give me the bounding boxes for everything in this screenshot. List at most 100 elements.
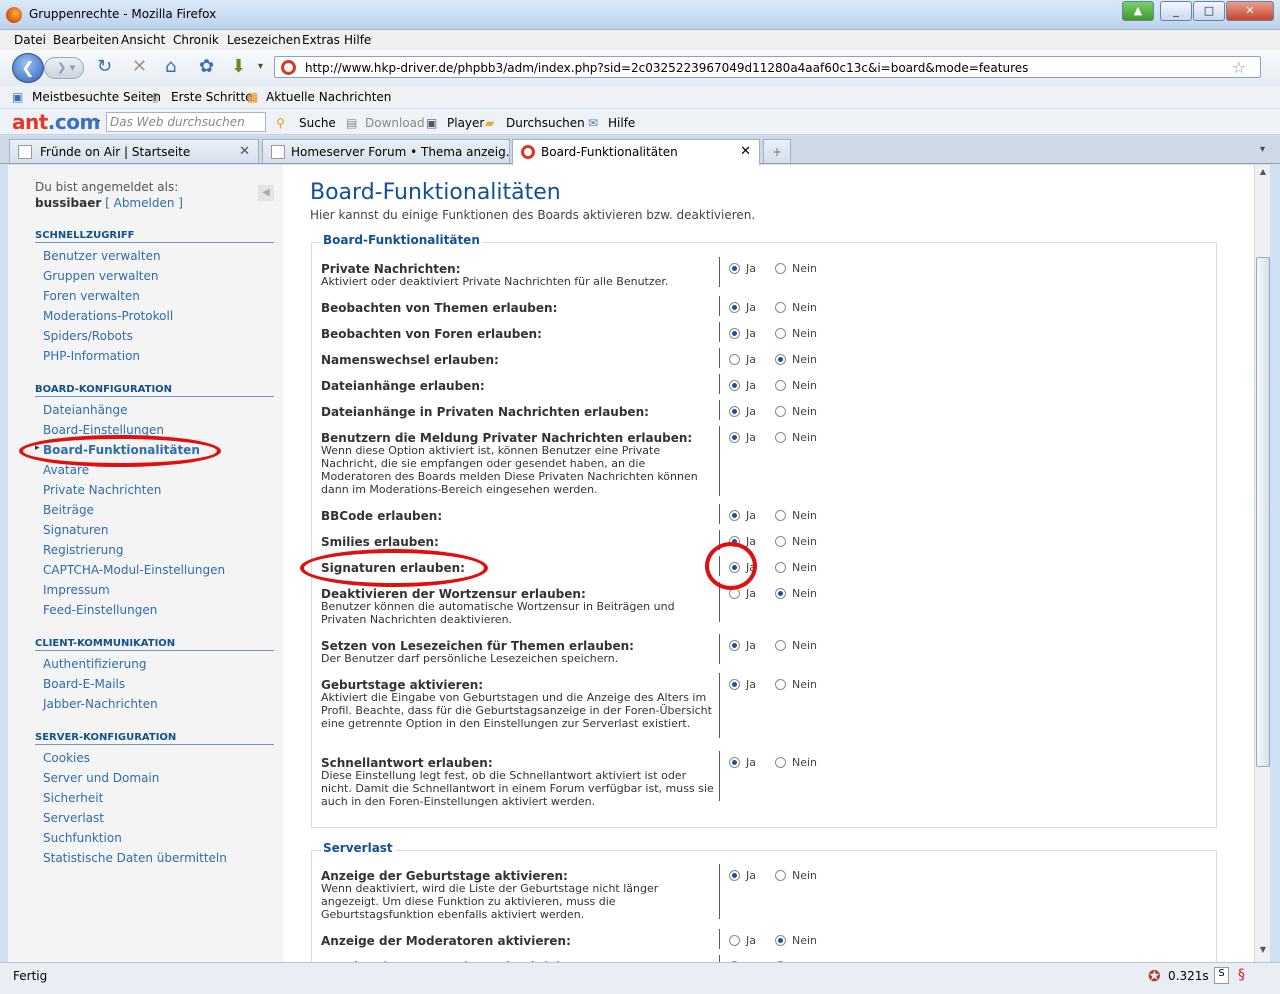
radio-yes[interactable]: Ja: [729, 353, 756, 366]
radio-yes[interactable]: Ja: [729, 869, 756, 882]
radio-button[interactable]: [729, 588, 740, 599]
sidebar-item-private-nachrichten[interactable]: Private Nachrichten: [43, 483, 161, 497]
url-bar[interactable]: http://www.hkp-driver.de/phpbb3/adm/inde…: [274, 56, 1261, 78]
ant-player-button[interactable]: Player: [447, 116, 484, 130]
sidebar-item-sicherheit[interactable]: Sicherheit: [43, 791, 103, 805]
window-extra-button[interactable]: ▲: [1122, 1, 1154, 21]
radio-button[interactable]: [729, 263, 740, 274]
radio-yes[interactable]: Ja: [729, 756, 756, 769]
radio-button[interactable]: [775, 536, 786, 547]
radio-button[interactable]: [729, 380, 740, 391]
sidebar-item-gruppen-verwalten[interactable]: Gruppen verwalten: [43, 269, 159, 283]
radio-button[interactable]: [729, 679, 740, 690]
sidebar-item-authentifizierung[interactable]: Authentifizierung: [43, 657, 147, 671]
radio-button[interactable]: [729, 510, 740, 521]
sidebar-item-signaturen[interactable]: Signaturen: [43, 523, 109, 537]
radio-yes[interactable]: Ja: [729, 379, 756, 392]
sidebar-item-suchfunktion[interactable]: Suchfunktion: [43, 831, 122, 845]
bookmark-aktuelle-nachrichten[interactable]: Aktuelle Nachrichten: [266, 90, 391, 104]
close-button[interactable]: ✕: [1226, 1, 1274, 21]
addon-status-icon[interactable]: ✪: [1148, 967, 1161, 985]
radio-yes[interactable]: Ja: [729, 934, 756, 947]
radio-yes[interactable]: Ja: [729, 678, 756, 691]
radio-button[interactable]: [775, 432, 786, 443]
radio-no[interactable]: Nein: [775, 405, 817, 418]
radio-button[interactable]: [729, 432, 740, 443]
radio-no[interactable]: Nein: [775, 379, 817, 392]
back-button[interactable]: ❮: [12, 53, 44, 83]
tab-board-funktionalitaeten[interactable]: Board-Funktionalitäten ✕: [512, 139, 760, 165]
chevron-down-icon[interactable]: ▾: [258, 57, 263, 77]
radio-button[interactable]: [729, 328, 740, 339]
stop-icon[interactable]: ✕: [132, 57, 147, 77]
radio-button[interactable]: [775, 380, 786, 391]
sidebar-item-moderations-protokoll[interactable]: Moderations-Protokoll: [43, 309, 173, 323]
forward-button[interactable]: ❯ ▾: [44, 57, 84, 79]
sidebar-item-spiders-robots[interactable]: Spiders/Robots: [43, 329, 133, 343]
ant-help-button[interactable]: Hilfe: [608, 116, 635, 130]
sidebar-item-serverlast[interactable]: Serverlast: [43, 811, 104, 825]
radio-button[interactable]: [729, 354, 740, 365]
url-text[interactable]: http://www.hkp-driver.de/phpbb3/adm/inde…: [305, 61, 1028, 75]
radio-button[interactable]: [729, 406, 740, 417]
sidebar-item-board-e-mails[interactable]: Board-E-Mails: [43, 677, 125, 691]
sidebar-item-impressum[interactable]: Impressum: [43, 583, 110, 597]
close-icon[interactable]: ✕: [740, 144, 751, 159]
maximize-button[interactable]: □: [1193, 1, 1225, 21]
radio-button[interactable]: [729, 935, 740, 946]
tab-list-chevron-icon[interactable]: ▾: [1260, 144, 1265, 155]
radio-button[interactable]: [775, 263, 786, 274]
sidebar-item-captcha[interactable]: CAPTCHA-Modul-Einstellungen: [43, 563, 225, 577]
scroll-up-icon[interactable]: ▲: [1256, 167, 1270, 181]
sidebar-item-board-funktionalitaeten[interactable]: Board-Funktionalitäten: [43, 443, 200, 457]
radio-button[interactable]: [775, 640, 786, 651]
menu-chronik[interactable]: Chronik: [173, 33, 219, 47]
ant-download-button[interactable]: Download: [365, 116, 425, 130]
menu-extras[interactable]: Extras: [302, 33, 340, 47]
radio-yes[interactable]: Ja: [729, 509, 756, 522]
download-icon[interactable]: ⬇: [231, 57, 246, 77]
ant-browse-button[interactable]: Durchsuchen: [506, 116, 585, 130]
radio-button[interactable]: [775, 354, 786, 365]
radio-button[interactable]: [729, 562, 740, 573]
ant-logo[interactable]: ant.com: [12, 110, 100, 134]
radio-yes[interactable]: Ja: [729, 262, 756, 275]
minimize-button[interactable]: _: [1160, 1, 1192, 21]
radio-button[interactable]: [729, 757, 740, 768]
menu-lesezeichen[interactable]: Lesezeichen: [227, 33, 301, 47]
radio-button[interactable]: [775, 562, 786, 573]
menu-bearbeiten[interactable]: Bearbeiten: [53, 33, 119, 47]
scrollbar-thumb[interactable]: [1256, 257, 1270, 767]
sidebar-item-php-information[interactable]: PHP-Information: [43, 349, 140, 363]
radio-yes[interactable]: Ja: [729, 639, 756, 652]
radio-yes[interactable]: Ja: [729, 587, 756, 600]
radio-no[interactable]: Nein: [775, 561, 817, 574]
radio-no[interactable]: Nein: [775, 327, 817, 340]
radio-button[interactable]: [775, 870, 786, 881]
radio-button[interactable]: [775, 406, 786, 417]
bookmark-erste-schritte[interactable]: Erste Schritte: [171, 90, 253, 104]
radio-no[interactable]: Nein: [775, 756, 817, 769]
collapse-sidebar-icon[interactable]: ◀: [258, 185, 274, 201]
radio-yes[interactable]: Ja: [729, 431, 756, 444]
tab-fruende[interactable]: Fründe on Air | Startseite ✕: [9, 139, 259, 163]
radio-no[interactable]: Nein: [775, 509, 817, 522]
page-info-icon[interactable]: S: [1214, 967, 1229, 984]
tab-homeserver[interactable]: Homeserver Forum • Thema anzeig...: [262, 139, 510, 163]
radio-no[interactable]: Nein: [775, 353, 817, 366]
sidebar-item-beitraege[interactable]: Beiträge: [43, 503, 94, 517]
radio-button[interactable]: [775, 935, 786, 946]
radio-no[interactable]: Nein: [775, 869, 817, 882]
radio-button[interactable]: [775, 679, 786, 690]
home-icon[interactable]: ⌂: [165, 57, 176, 77]
radio-yes[interactable]: Ja: [729, 405, 756, 418]
radio-yes[interactable]: Ja: [729, 561, 756, 574]
ant-search-input[interactable]: Das Web durchsuchen: [106, 112, 266, 132]
radio-no[interactable]: Nein: [775, 639, 817, 652]
sidebar-item-cookies[interactable]: Cookies: [43, 751, 90, 765]
radio-no[interactable]: Nein: [775, 262, 817, 275]
ant-search-button[interactable]: Suche: [299, 116, 336, 130]
sidebar-item-jabber-nachrichten[interactable]: Jabber-Nachrichten: [43, 697, 158, 711]
radio-button[interactable]: [729, 640, 740, 651]
radio-no[interactable]: Nein: [775, 301, 817, 314]
